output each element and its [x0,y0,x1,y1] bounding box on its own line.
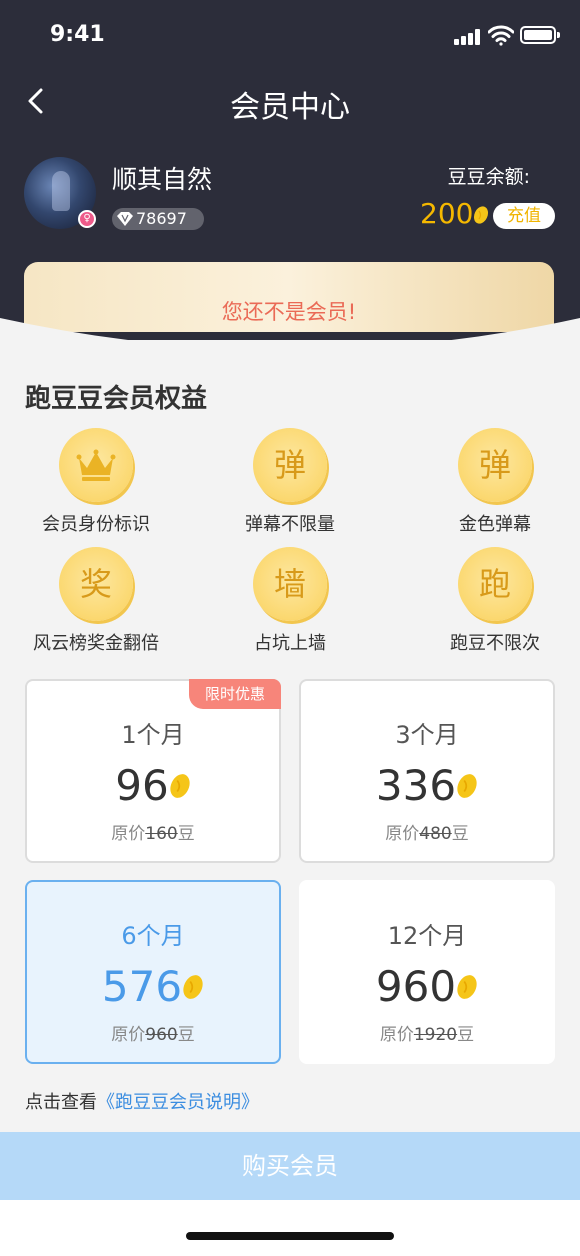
orig-unit: 豆 [177,1025,195,1045]
benefit-run-unlimited[interactable]: 跑 跑豆不限次 [415,547,575,655]
orig-value: 160 [145,824,178,844]
plan-price-value: 336 [375,761,457,810]
balance-amount-value: 200 [420,197,474,230]
plan-original-price: 原价160豆 [27,819,279,844]
orig-prefix: 原价 [111,1025,146,1045]
orig-prefix: 原价 [111,824,146,844]
plan-card-1-month[interactable]: 限时优惠 1个月 96 原价160豆 [25,679,281,863]
benefit-circle: 跑 [458,547,532,621]
orig-value: 480 [419,824,452,844]
membership-note: 点击查看《跑豆豆会员说明》 [25,1088,259,1114]
benefit-label: 跑豆不限次 [450,633,540,654]
membership-terms-link[interactable]: 《跑豆豆会员说明》 [97,1092,259,1113]
plan-card-6-months[interactable]: 6个月 576 原价960豆 [25,880,281,1064]
plan-card-12-months[interactable]: 12个月 960 原价1920豆 [299,880,555,1064]
status-time: 9:41 [50,22,105,47]
benefit-label: 弹幕不限量 [245,514,335,535]
plan-price: 96 [27,761,279,810]
bean-icon [457,774,477,798]
orig-unit: 豆 [177,824,195,844]
bean-icon [474,206,489,224]
benefit-circle [59,428,133,502]
diamond-icon [117,212,133,226]
benefit-label: 会员身份标识 [42,514,150,535]
vip-points: 78697 [136,209,187,228]
orig-prefix: 原价 [379,1025,414,1045]
benefit-circle: 弹 [458,428,532,502]
benefit-label: 金色弹幕 [459,514,531,535]
wifi-icon [488,25,514,46]
plan-price-value: 960 [375,962,457,1011]
orig-value: 1920 [413,1025,458,1045]
balance-amount: 200 [420,197,489,230]
plan-price: 336 [301,761,553,810]
benefit-circle: 墙 [253,547,327,621]
benefit-wall[interactable]: 墙 占坑上墙 [210,547,370,655]
home-indicator[interactable] [186,1232,394,1240]
benefits-title: 跑豆豆会员权益 [25,384,208,414]
bean-icon [170,774,190,798]
bean-icon [457,975,477,999]
benefit-member-badge[interactable]: 会员身份标识 [16,428,176,536]
buy-membership-button[interactable]: 购买会员 [0,1132,580,1200]
user-name: 顺其自然 [112,165,213,194]
benefit-ranking-bonus[interactable]: 奖 风云榜奖金翻倍 [16,547,176,655]
plan-price: 576 [27,962,279,1011]
signal-icon [454,29,482,45]
battery-icon [520,26,560,44]
plan-original-price: 原价480豆 [301,819,553,844]
balance-label: 豆豆余额: [447,166,530,188]
benefit-label: 占坑上墙 [254,633,326,654]
gender-badge-icon: ♀ [78,210,96,228]
plan-months: 6个月 [121,922,185,950]
page-title: 会员中心 [230,90,350,125]
bottom-safe-area [0,1200,580,1256]
header-curve [0,318,580,360]
benefit-circle: 弹 [253,428,327,502]
benefit-circle: 奖 [59,547,133,621]
plan-card-3-months[interactable]: 3个月 336 原价480豆 [299,679,555,863]
bean-icon [183,975,203,999]
note-prefix: 点击查看 [25,1092,97,1113]
plan-months: 12个月 [387,922,467,950]
orig-value: 960 [145,1025,178,1045]
orig-prefix: 原价 [385,824,420,844]
limited-offer-tag: 限时优惠 [189,679,281,709]
benefit-danmaku-unlimited[interactable]: 弹 弹幕不限量 [210,428,370,536]
plan-original-price: 原价960豆 [27,1020,279,1045]
status-bar: 9:41 [0,0,580,70]
plan-price-value: 96 [115,761,169,810]
plan-price-value: 576 [101,962,183,1011]
recharge-button[interactable]: 充值 [493,203,555,229]
plan-months: 1个月 [121,721,185,749]
orig-unit: 豆 [451,824,469,844]
plan-price: 960 [301,962,553,1011]
benefit-gold-danmaku[interactable]: 弹 金色弹幕 [415,428,575,536]
plan-months: 3个月 [395,721,459,749]
plan-original-price: 原价1920豆 [301,1020,553,1045]
vip-points-badge: 78697 [112,208,204,230]
benefit-label: 风云榜奖金翻倍 [33,633,159,654]
orig-unit: 豆 [457,1025,475,1045]
crown-icon [76,449,116,481]
